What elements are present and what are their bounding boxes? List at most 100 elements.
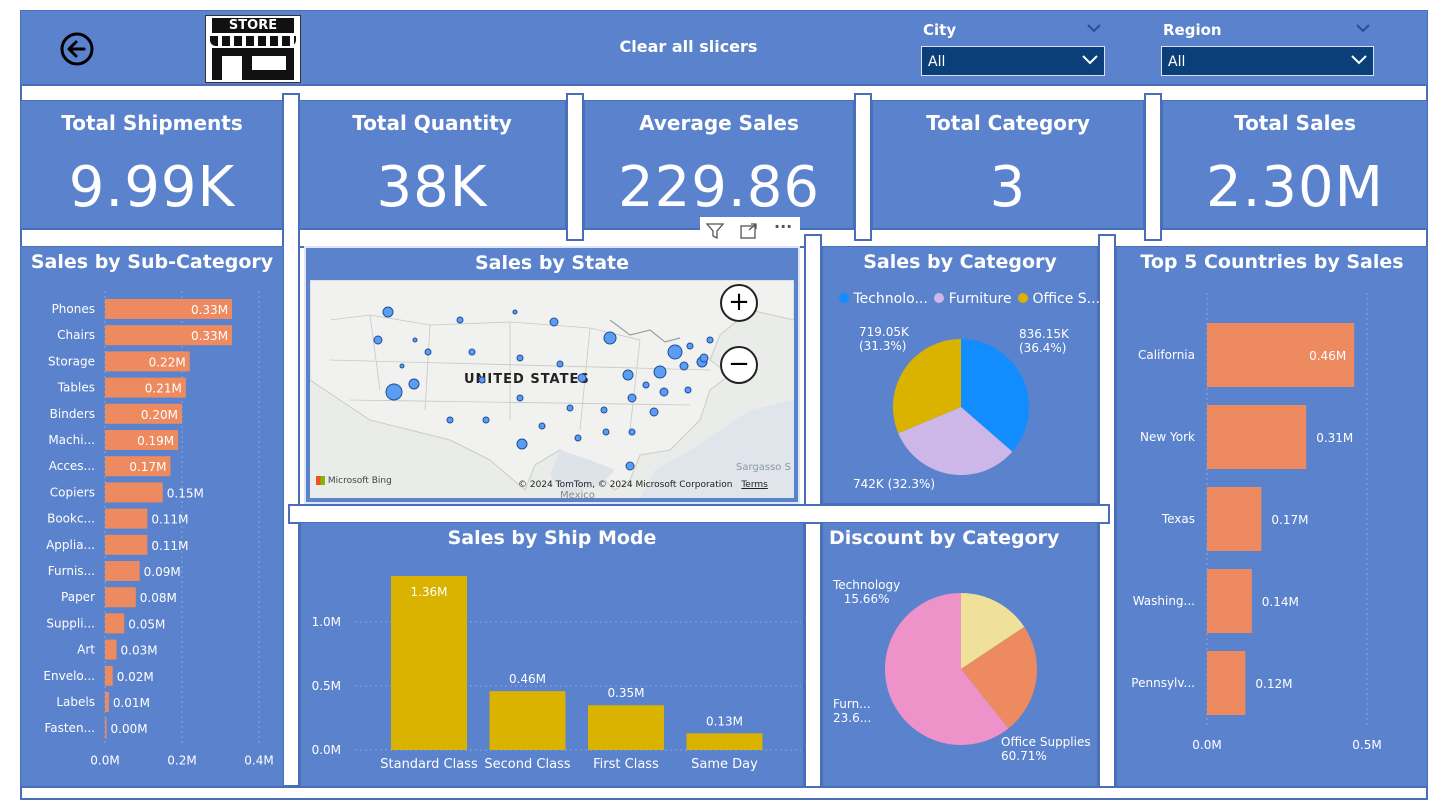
map-bubble (373, 335, 383, 345)
map-bubble (556, 360, 564, 368)
focus-mode-icon[interactable] (740, 223, 758, 239)
discount-label-technology-name: Technology (833, 578, 901, 592)
map-bubble (382, 306, 394, 318)
city-dropdown-value: All (928, 54, 946, 70)
map-bubble (512, 309, 518, 315)
discount-pie-panel: Discount by Category Technology 15.66% F… (822, 522, 1098, 788)
city-dropdown-chevron-icon (1082, 55, 1098, 65)
state-map[interactable]: UNITED STATES Sargasso S Mexico + − Micr… (310, 280, 794, 498)
map-bubble (399, 363, 405, 369)
category-pie-panel: Sales by Category Technolo... Furniture … (822, 246, 1100, 504)
map-bubble (653, 365, 667, 379)
bar (105, 692, 109, 712)
data-label: 0.35M (607, 686, 644, 700)
map-zoom-in-button[interactable]: + (720, 284, 758, 322)
separator-lower (288, 504, 1110, 524)
map-bubble (516, 354, 524, 362)
category-label: Art (77, 643, 95, 657)
bar (105, 718, 107, 739)
bar (391, 576, 467, 750)
discount-label-technology-pct: 15.66% (843, 592, 890, 606)
map-bubble (538, 422, 546, 430)
map-bubble (686, 342, 694, 350)
map-bubble (482, 416, 490, 424)
subcategory-bar-chart: 0.0M 0.2M 0.4M Phones 0.33M Chairs 0.33M Storag… (43, 291, 274, 767)
data-label: 0.22M (149, 355, 186, 369)
pie-label-office: 719.05K (31.3%) (859, 325, 909, 353)
category-label: Storage (48, 354, 95, 368)
back-arrow-icon[interactable] (59, 31, 95, 67)
bar (105, 613, 125, 634)
map-bubble (566, 404, 574, 412)
category-label: Binders (50, 407, 95, 421)
bar (105, 639, 117, 660)
map-terms-link[interactable]: Terms (741, 480, 768, 490)
map-bubble (516, 394, 524, 402)
category-label: First Class (593, 757, 659, 772)
bar (588, 705, 664, 750)
city-slicer-chevron-icon[interactable] (1087, 23, 1101, 33)
category-label: Suppli... (46, 616, 95, 630)
category-label: Phones (52, 302, 95, 316)
category-label: Labels (56, 695, 95, 709)
kpi-total-shipments: Total Shipments 9.99K (20, 100, 284, 230)
bar (105, 665, 113, 686)
more-options-icon[interactable]: ··· (774, 217, 792, 236)
map-bubble (577, 373, 587, 383)
kpi-total-category: Total Category 3 (872, 100, 1144, 230)
data-label: 0.46M (509, 672, 546, 686)
kpi-value: 2.30M (1205, 155, 1384, 220)
y-tick-label: 0.0M (312, 743, 341, 757)
region-slicer-chevron-icon[interactable] (1356, 23, 1370, 33)
pie-label-office-pct: (31.3%) (859, 339, 907, 353)
map-bubble (628, 428, 636, 436)
filter-icon[interactable] (706, 223, 724, 239)
region-dropdown[interactable]: All (1161, 46, 1374, 76)
category-label: Furnis... (48, 564, 95, 578)
pie-label-technology: 836.15K (36.4%) (1019, 327, 1069, 355)
map-bubble (684, 386, 692, 394)
discount-label-office-pct: 60.71% (1001, 749, 1047, 763)
store-logo: STORE (205, 15, 301, 83)
clear-slicers-button[interactable]: Clear all slicers (581, 37, 796, 56)
discount-label-office: Office Supplies 60.71% (1001, 735, 1091, 763)
shipmode-chart-panel: Sales by Ship Mode 1.0M 0.5M 0.0M 1.36M Stan… (300, 522, 804, 788)
category-label: Tables (57, 381, 95, 395)
x-tick-label: 0.0M (1192, 738, 1221, 752)
map-bubble (424, 348, 432, 356)
map-bubble (679, 361, 689, 371)
data-label: 0.05M (128, 617, 165, 631)
map-bubble (446, 416, 454, 424)
separator-v3 (854, 93, 872, 241)
map-bubble (600, 406, 608, 414)
shipmode-bar-chart: 1.0M 0.5M 0.0M 1.36M Standard Class 0.46M Seco… (312, 576, 801, 772)
map-bubble (659, 387, 669, 397)
map-bubble (478, 376, 486, 384)
map-bubble (649, 407, 659, 417)
category-label: New York (1140, 430, 1195, 444)
category-label: Same Day (691, 757, 758, 772)
map-zoom-out-button[interactable]: − (720, 346, 758, 384)
map-bubble (516, 438, 528, 450)
city-dropdown[interactable]: All (921, 46, 1105, 76)
kpi-title: Average Sales (639, 111, 799, 135)
map-attribution-text: © 2024 TomTom, © 2024 Microsoft Corporat… (518, 480, 733, 490)
data-label: 1.36M (410, 585, 447, 599)
discount-label-technology: Technology 15.66% (833, 578, 900, 606)
data-label: 0.31M (1316, 431, 1353, 445)
bing-logo: Microsoft Bing (316, 476, 392, 486)
map-bubble (602, 428, 610, 436)
map-bubble (627, 393, 637, 403)
category-label: Texas (1161, 512, 1195, 526)
bar (1207, 569, 1252, 633)
data-label: 0.33M (191, 329, 228, 343)
bar (105, 561, 140, 581)
kpi-title: Total Shipments (61, 111, 243, 135)
data-label: 0.02M (117, 670, 154, 684)
windows-logo-icon (316, 476, 325, 485)
discount-label-office-name: Office Supplies (1001, 735, 1091, 749)
map-bubble (625, 461, 635, 471)
header-bar: STORE Clear all slicers City All Region … (20, 10, 1428, 86)
data-label: 0.13M (706, 714, 743, 728)
data-label: 0.09M (144, 565, 181, 579)
